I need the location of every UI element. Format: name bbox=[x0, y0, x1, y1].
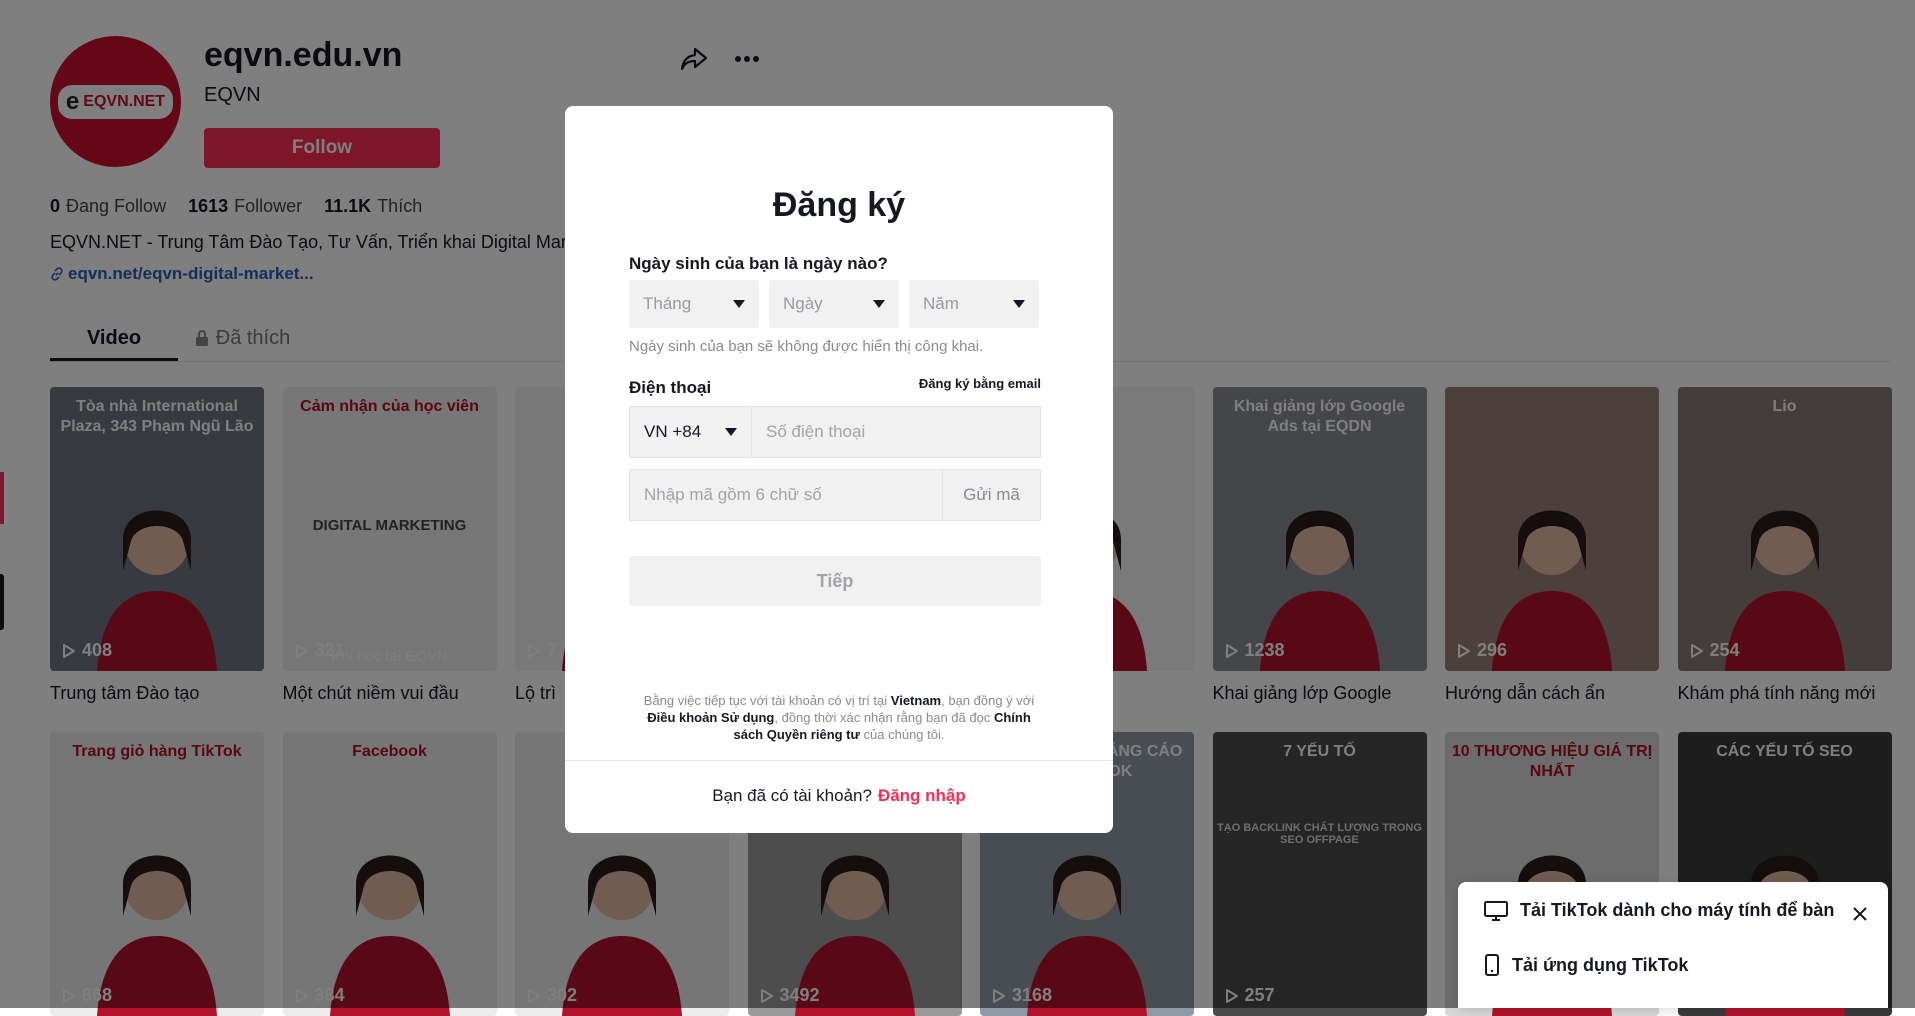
caret-down-icon bbox=[733, 300, 745, 308]
monitor-icon bbox=[1484, 900, 1508, 921]
app-download-banner: Tải TikTok dành cho máy tính để bàn Tải … bbox=[1458, 882, 1888, 1008]
country-code-value: VN +84 bbox=[644, 422, 702, 441]
year-select[interactable]: Năm bbox=[909, 280, 1039, 328]
modal-title: Đăng ký bbox=[772, 186, 906, 224]
signup-modal: Đăng ký Ngày sinh của bạn là ngày nào? T… bbox=[565, 106, 1113, 833]
close-icon[interactable] bbox=[1852, 906, 1868, 922]
have-account-text: Bạn đã có tài khoản? bbox=[712, 786, 872, 805]
terms-part: , đồng thời xác nhận rằng bạn đã đọc bbox=[774, 710, 994, 725]
country-code-select[interactable]: VN +84 bbox=[630, 407, 752, 457]
send-code-button[interactable]: Gửi mã bbox=[942, 470, 1040, 520]
dob-hint: Ngày sinh của bạn sẽ không được hiển thị… bbox=[629, 338, 984, 355]
phone-icon bbox=[1485, 954, 1499, 976]
phone-input[interactable] bbox=[752, 407, 1040, 457]
terms-of-service-link[interactable]: Điều khoản Sử dụng bbox=[647, 710, 774, 725]
terms-country: Vietnam bbox=[890, 693, 942, 708]
email-signup-link[interactable]: Đăng ký bằng email bbox=[919, 376, 1041, 391]
terms-part: , bạn đồng ý với bbox=[941, 693, 1035, 708]
desktop-app-link[interactable]: Tải TikTok dành cho máy tính để bàn bbox=[1484, 900, 1834, 921]
mobile-app-label: Tải ứng dụng TikTok bbox=[1512, 954, 1689, 975]
code-input-row: Gửi mã bbox=[629, 469, 1041, 521]
month-select[interactable]: Tháng bbox=[629, 280, 759, 328]
year-value: Năm bbox=[923, 294, 959, 313]
phone-input-row: VN +84 bbox=[629, 406, 1041, 458]
dob-selects: Tháng Ngày Năm bbox=[629, 280, 1039, 328]
day-value: Ngày bbox=[783, 294, 823, 313]
mobile-app-link[interactable]: Tải ứng dụng TikTok bbox=[1484, 954, 1688, 976]
terms-part: Bằng việc tiếp tục với tài khoản có vị t… bbox=[643, 693, 891, 708]
desktop-app-label: Tải TikTok dành cho máy tính để bàn bbox=[1520, 900, 1835, 920]
day-select[interactable]: Ngày bbox=[769, 280, 899, 328]
next-button[interactable]: Tiếp bbox=[629, 556, 1041, 606]
terms-text: Bằng việc tiếp tục với tài khoản có vị t… bbox=[641, 692, 1037, 743]
code-input[interactable] bbox=[630, 470, 942, 520]
login-link[interactable]: Đăng nhập bbox=[878, 786, 966, 805]
modal-footer: Bạn đã có tài khoản? Đăng nhập bbox=[565, 786, 1113, 806]
modal-divider bbox=[565, 760, 1113, 761]
caret-down-icon bbox=[1013, 300, 1025, 308]
caret-down-icon bbox=[873, 300, 885, 308]
caret-down-icon bbox=[725, 428, 737, 436]
month-value: Tháng bbox=[643, 294, 692, 313]
phone-label: Điện thoại bbox=[629, 378, 712, 397]
dob-question: Ngày sinh của bạn là ngày nào? bbox=[629, 254, 888, 273]
terms-part: của chúng tôi. bbox=[859, 727, 945, 742]
